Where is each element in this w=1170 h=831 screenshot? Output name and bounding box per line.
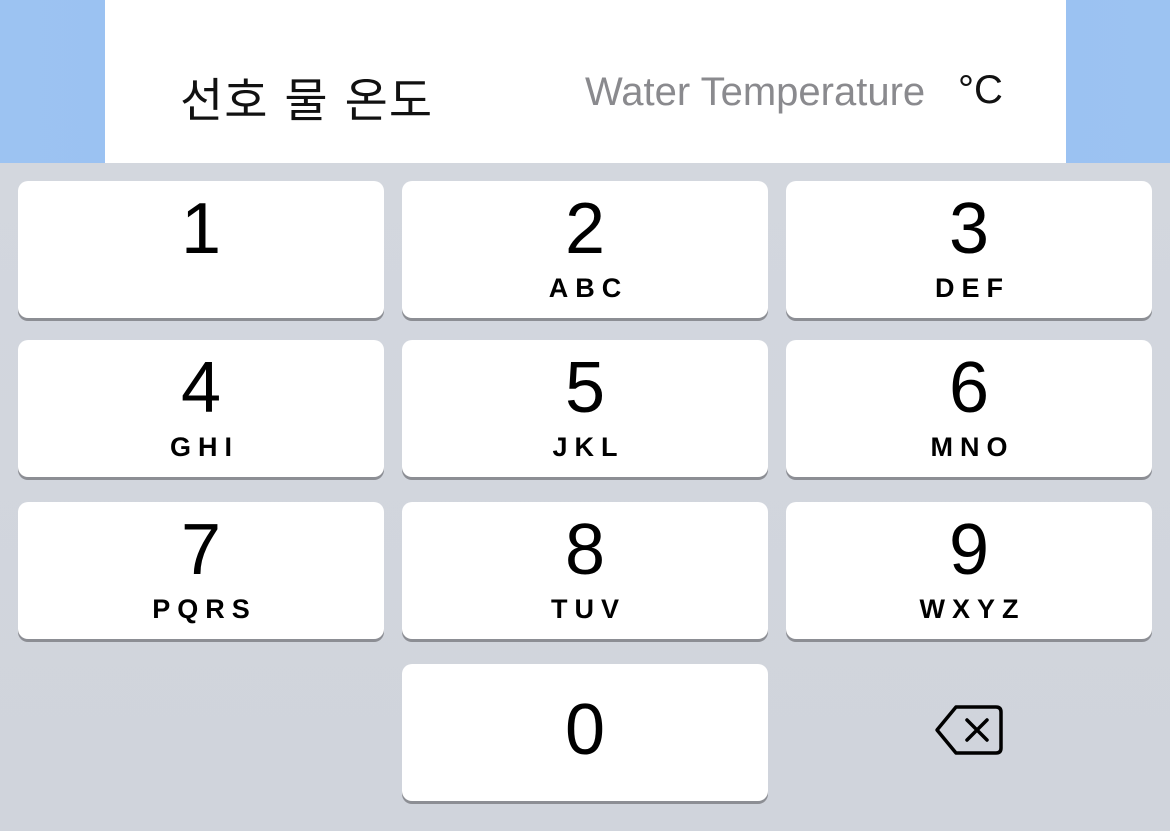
key-letters: MNO <box>930 432 1015 462</box>
key-digit: 2 <box>564 189 606 269</box>
key-digit: 5 <box>564 348 606 428</box>
key-9[interactable]: 9 WXYZ <box>786 502 1152 639</box>
key-8[interactable]: 8 TUV <box>402 502 768 639</box>
key-digit: 9 <box>948 510 990 590</box>
key-letters: JKL <box>552 432 625 462</box>
water-temperature-input[interactable] <box>585 66 925 118</box>
key-letters: TUV <box>551 594 626 624</box>
key-7[interactable]: 7 PQRS <box>18 502 384 639</box>
key-letters: GHI <box>169 432 239 462</box>
key-5[interactable]: 5 JKL <box>402 340 768 477</box>
temperature-form-card: 선호 물 온도 °C <box>105 0 1066 163</box>
key-letters: ABC <box>548 273 629 303</box>
key-3[interactable]: 3 DEF <box>786 181 1152 318</box>
key-letters: PQRS <box>152 594 257 624</box>
key-digit: 7 <box>180 510 222 590</box>
key-letters: DEF <box>935 273 1010 303</box>
temperature-unit-label: °C <box>958 68 1003 112</box>
key-digit: 6 <box>948 348 990 428</box>
numeric-keypad: 1 2 ABC 3 DEF 4 GHI 5 JKL 6 MNO 7 PQRS 8… <box>0 163 1170 831</box>
delete-backspace-icon <box>934 704 1004 761</box>
key-letters: WXYZ <box>919 594 1026 624</box>
preferred-water-temperature-label: 선호 물 온도 <box>180 74 434 129</box>
key-0[interactable]: 0 <box>402 664 768 801</box>
key-6[interactable]: 6 MNO <box>786 340 1152 477</box>
key-digit: 8 <box>564 510 606 590</box>
delete-button[interactable] <box>786 664 1152 801</box>
key-digit: 1 <box>180 189 222 269</box>
key-1[interactable]: 1 <box>18 181 384 318</box>
key-4[interactable]: 4 GHI <box>18 340 384 477</box>
key-digit: 4 <box>180 348 222 428</box>
key-digit: 0 <box>564 690 606 770</box>
key-digit: 3 <box>948 189 990 269</box>
key-2[interactable]: 2 ABC <box>402 181 768 318</box>
